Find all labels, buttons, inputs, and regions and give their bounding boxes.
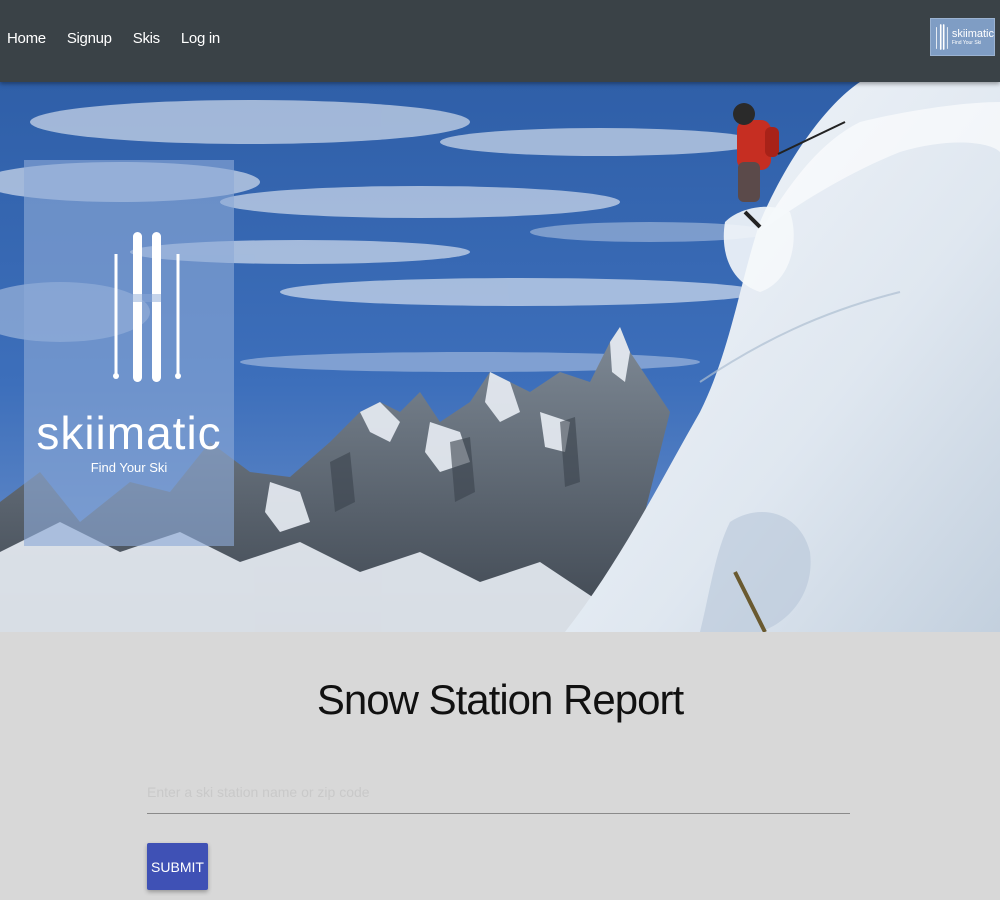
nav-signup-link[interactable]: Signup <box>67 30 112 47</box>
nav-logo-tagline: Find Your Ski <box>951 40 982 46</box>
hero-logo-tagline: Find Your Ski <box>90 460 168 475</box>
nav-home-link[interactable]: Home <box>7 30 46 47</box>
page-title: Snow Station Report <box>316 676 684 723</box>
hero-logo-panel: skiimatic Find Your Ski <box>24 160 234 546</box>
station-search-input[interactable] <box>147 770 850 814</box>
skis-logo-icon <box>113 232 181 382</box>
submit-button[interactable]: SUBMIT <box>147 843 208 890</box>
nav-login-link[interactable]: Log in <box>181 30 220 47</box>
skis-logo-icon <box>936 24 948 50</box>
nav-links: Home Signup Skis Log in <box>7 30 220 47</box>
navbar: Home Signup Skis Log in skiimatic Find Y… <box>0 0 1000 82</box>
nav-logo[interactable]: skiimatic Find Your Ski <box>930 18 995 56</box>
nav-skis-link[interactable]: Skis <box>133 30 160 47</box>
main-content: Snow Station Report SUBMIT <box>0 632 1000 900</box>
hero-logo-name: skiimatic <box>36 407 222 459</box>
nav-logo-name: skiimatic <box>951 28 994 40</box>
